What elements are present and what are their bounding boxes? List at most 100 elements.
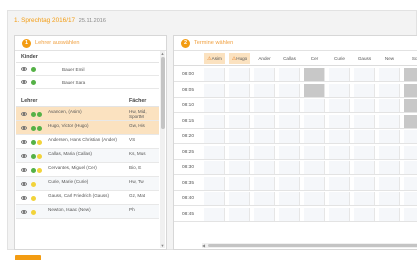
slot-cell[interactable] [229, 130, 250, 143]
slot-cell[interactable] [379, 192, 400, 205]
teacher-column-gauss[interactable]: Gauss [354, 53, 375, 64]
slot-cell[interactable] [404, 145, 417, 159]
scroll-down-arrow-icon[interactable]: ▼ [160, 243, 165, 248]
teacher-row[interactable]: Gauss, Carl Friedrich (Gauss) Gz, Mat [16, 191, 159, 205]
teacher-row[interactable]: Curie, Marie (Curie) Hw, Tw [16, 177, 159, 191]
slot-cell[interactable] [379, 176, 400, 190]
teacher-row[interactable]: Cervantes, Miguel (Cer) Bio, E [16, 163, 159, 177]
slot-cell[interactable] [204, 207, 225, 221]
slot-cell[interactable] [354, 83, 375, 97]
scroll-left-arrow-icon[interactable]: ◀ [202, 243, 205, 248]
slot-cell[interactable] [354, 176, 375, 190]
teacher-row[interactable]: Avancen, (Asim) Hw, Mid, SportM [16, 107, 159, 121]
slot-cell[interactable] [279, 207, 300, 221]
slot-cell[interactable] [329, 68, 350, 81]
eye-icon[interactable] [21, 80, 27, 84]
slot-cell[interactable] [279, 114, 300, 128]
teacher-column-ander[interactable]: Ander [254, 53, 275, 64]
teacher-column-cer[interactable]: Cer [304, 53, 325, 64]
slot-cell[interactable] [254, 68, 275, 81]
slot-cell[interactable] [404, 192, 417, 205]
slot-cell[interactable] [304, 145, 325, 159]
eye-icon[interactable] [21, 140, 27, 144]
slot-cell[interactable] [229, 207, 250, 221]
slot-cell[interactable] [379, 130, 400, 143]
slot-cell[interactable] [304, 99, 325, 112]
slot-cell[interactable] [229, 83, 250, 97]
slot-cell[interactable] [329, 192, 350, 205]
teacher-column-asim[interactable]: ⚠Asim [204, 53, 225, 64]
slot-cell[interactable] [329, 145, 350, 159]
slot-cell[interactable] [304, 114, 325, 128]
slot-cell[interactable] [279, 83, 300, 97]
slot-cell[interactable] [379, 145, 400, 159]
slot-cell[interactable] [404, 130, 417, 143]
slot-cell[interactable] [279, 99, 300, 112]
slot-cell[interactable] [204, 192, 225, 205]
slot-cell[interactable] [329, 114, 350, 128]
slot-cell[interactable] [279, 130, 300, 143]
slot-cell[interactable] [354, 68, 375, 81]
slot-cell[interactable] [254, 130, 275, 143]
slot-cell[interactable] [354, 161, 375, 174]
eye-icon[interactable] [21, 126, 27, 130]
child-row[interactable]: Bauer Sara [16, 76, 159, 89]
eye-icon[interactable] [21, 196, 27, 200]
slot-cell[interactable] [229, 192, 250, 205]
slot-cell[interactable] [404, 161, 417, 174]
slot-cell[interactable] [329, 176, 350, 190]
slot-cell[interactable] [229, 68, 250, 81]
teacher-row[interactable]: Hugo, Victor (Hugo) Gw, His [16, 121, 159, 135]
slot-cell[interactable] [329, 207, 350, 221]
slot-cell[interactable] [379, 207, 400, 221]
slot-cell[interactable] [254, 207, 275, 221]
slot-cell[interactable] [229, 99, 250, 112]
slot-cell[interactable] [304, 207, 325, 221]
slot-cell[interactable] [254, 99, 275, 112]
child-row[interactable]: Bauer Emil [16, 63, 159, 76]
slot-cell[interactable] [329, 130, 350, 143]
eye-icon[interactable] [21, 67, 27, 71]
eye-icon[interactable] [21, 210, 27, 214]
slot-cell[interactable] [204, 176, 225, 190]
slot-cell[interactable] [254, 145, 275, 159]
eye-icon[interactable] [21, 154, 27, 158]
slot-cell[interactable] [254, 176, 275, 190]
slot-cell[interactable] [229, 114, 250, 128]
slot-cell[interactable] [379, 99, 400, 112]
slot-cell[interactable] [279, 176, 300, 190]
slot-cell[interactable] [329, 83, 350, 97]
slot-cell[interactable] [254, 192, 275, 205]
scroll-up-arrow-icon[interactable]: ▲ [160, 51, 165, 56]
slot-cell[interactable] [279, 192, 300, 205]
vertical-scrollbar[interactable]: ▲ ▼ [160, 51, 165, 248]
scroll-thumb[interactable] [208, 244, 417, 247]
teacher-column-hugo[interactable]: ⚠Hugo [229, 53, 250, 64]
slot-cell[interactable] [354, 192, 375, 205]
slot-cell[interactable] [204, 68, 225, 81]
slot-cell[interactable] [254, 114, 275, 128]
slot-cell[interactable] [204, 114, 225, 128]
teacher-row[interactable]: Callas, Maria (Callas) Ks, Mus [16, 149, 159, 163]
slot-cell[interactable] [354, 114, 375, 128]
slot-cell[interactable] [304, 176, 325, 190]
slot-cell[interactable] [279, 68, 300, 81]
slot-cell[interactable] [304, 130, 325, 143]
slot-cell[interactable] [204, 161, 225, 174]
next-button[interactable] [15, 255, 41, 260]
teacher-column-sc[interactable]: Sc [404, 53, 417, 64]
teacher-column-curie[interactable]: Curie [329, 53, 350, 64]
horizontal-scrollbar[interactable]: ◀ [202, 243, 417, 248]
slot-cell[interactable] [379, 161, 400, 174]
slot-cell[interactable] [229, 145, 250, 159]
slot-cell[interactable] [229, 176, 250, 190]
slot-cell[interactable] [279, 145, 300, 159]
teacher-row[interactable]: Newton, Isaac (New) Ph [16, 205, 159, 219]
slot-cell[interactable] [354, 130, 375, 143]
scroll-thumb[interactable] [160, 57, 165, 129]
slot-cell[interactable] [254, 161, 275, 174]
teacher-column-callas[interactable]: Callas [279, 53, 300, 64]
teacher-column-new[interactable]: New [379, 53, 400, 64]
slot-cell[interactable] [329, 99, 350, 112]
eye-icon[interactable] [21, 112, 27, 116]
